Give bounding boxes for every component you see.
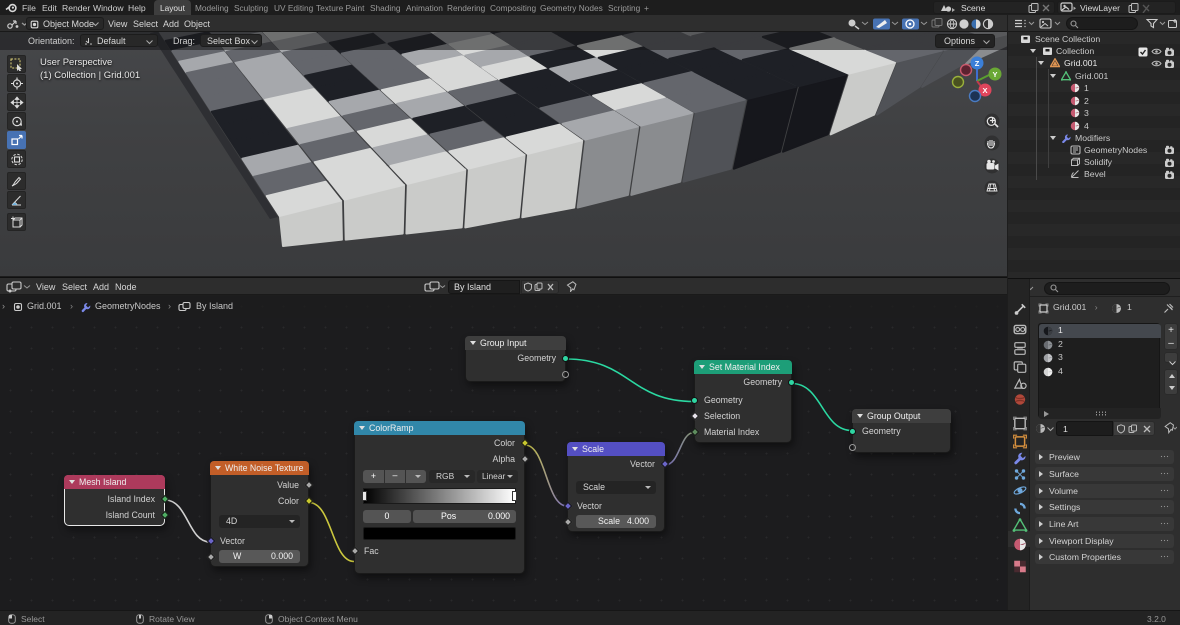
svg-text:X: X bbox=[982, 86, 987, 95]
svg-text:Z: Z bbox=[975, 59, 980, 68]
svg-text:Y: Y bbox=[992, 70, 997, 79]
